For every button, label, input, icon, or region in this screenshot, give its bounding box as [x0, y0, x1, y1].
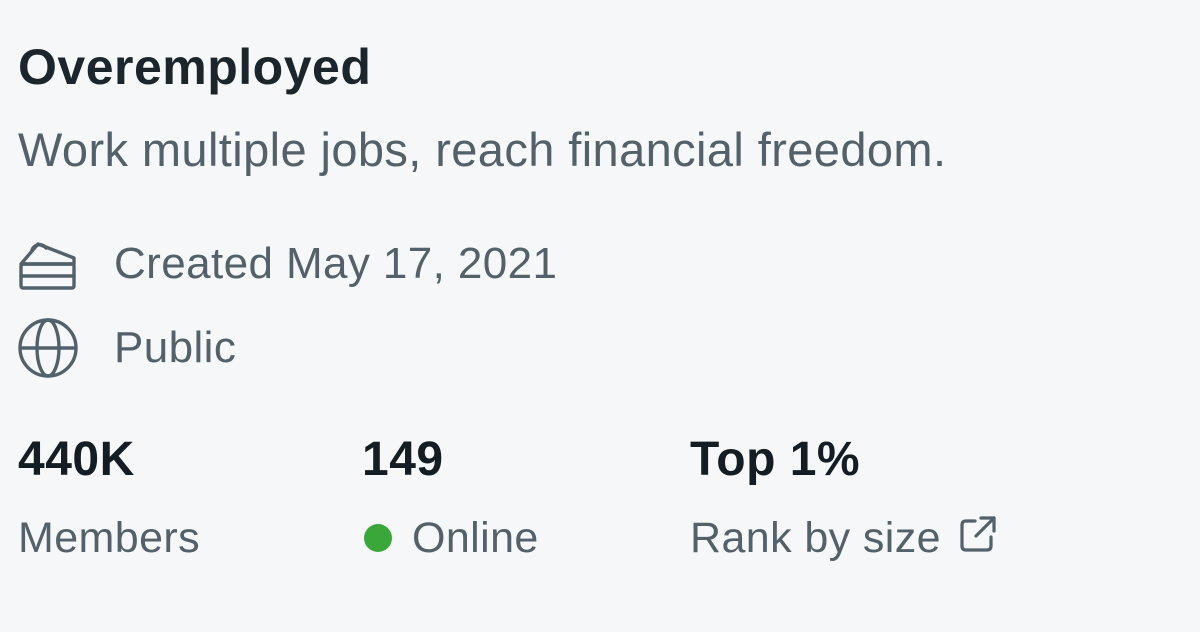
- visibility-row: Public: [16, 316, 236, 380]
- community-description: Work multiple jobs, reach financial free…: [18, 123, 947, 176]
- members-stat: 440K Members: [18, 430, 200, 566]
- globe-icon: [16, 316, 80, 380]
- online-stat: 149 Online: [362, 430, 539, 566]
- created-date-text: Created May 17, 2021: [114, 239, 558, 288]
- rank-value: Top 1%: [690, 433, 861, 486]
- rank-label: Rank by size: [690, 514, 941, 562]
- online-label: Online: [412, 514, 539, 562]
- online-status-dot: [364, 524, 392, 552]
- online-count: 149: [362, 433, 444, 486]
- community-title: Overemployed: [18, 39, 372, 95]
- members-count: 440K: [18, 433, 135, 486]
- cake-icon: [16, 232, 80, 296]
- rank-stat: Top 1% Rank by size: [690, 430, 997, 566]
- community-info-card: Overemployed Work multiple jobs, reach f…: [0, 0, 1200, 632]
- members-label: Members: [18, 514, 201, 562]
- created-date-row: Created May 17, 2021: [16, 232, 557, 296]
- external-link-icon[interactable]: [959, 515, 997, 553]
- visibility-text: Public: [114, 323, 237, 372]
